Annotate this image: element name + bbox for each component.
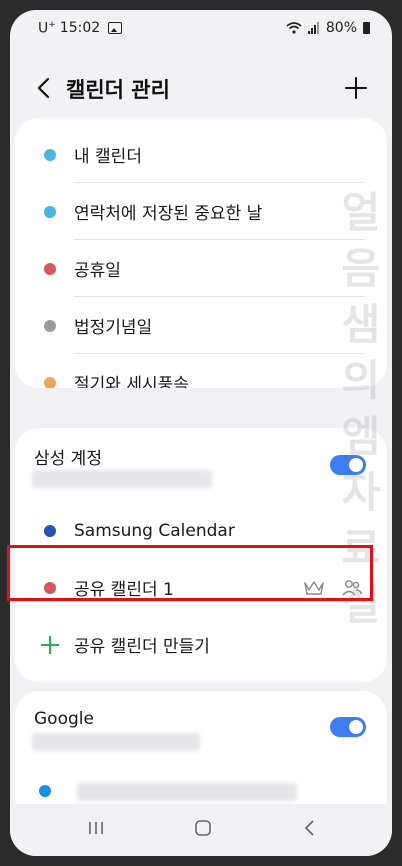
calendar-label: 절기와 세시풍속: [74, 375, 189, 388]
google-account-card: Google: [15, 691, 387, 821]
calendar-label: 공휴일: [74, 261, 121, 281]
signal-icon: [307, 22, 319, 34]
samsung-account-card: 삼성 계정 Samsung Calendar 공유 캘린더 1 공유 캘린더 만…: [15, 428, 387, 682]
home-icon[interactable]: [193, 816, 213, 840]
account-sync-toggle[interactable]: [330, 717, 366, 737]
calendar-label: 공유 캘린더 1: [74, 580, 174, 600]
color-dot: [44, 376, 56, 388]
carrier-label: U+: [38, 20, 56, 37]
calendar-row-my[interactable]: 내 캘린더: [15, 126, 387, 183]
phone-screen: U+ 15:02 80% 캘린더 관리 내 캘린더 연락처에 저장된 중요한 날…: [10, 10, 392, 856]
watermark: 얼음샘의엠자료실: [341, 188, 381, 629]
local-calendars-card: 내 캘린더 연락처에 저장된 중요한 날 공휴일 법정기념일 절기와 세시풍속: [15, 118, 387, 388]
time-label: 15:02: [59, 20, 101, 37]
calendar-row-samsung[interactable]: Samsung Calendar: [15, 502, 387, 559]
calendar-row-memorial[interactable]: 법정기념일: [15, 297, 387, 354]
add-icon: [41, 635, 59, 654]
calendar-name-redacted: [77, 783, 297, 801]
color-dot: [44, 262, 56, 275]
color-dot: [44, 581, 56, 594]
calendar-label: Samsung Calendar: [74, 520, 235, 541]
chevron-left-icon[interactable]: [32, 74, 56, 102]
calendar-label: 내 캘린더: [74, 147, 142, 167]
calendar-row-seasons[interactable]: 절기와 세시풍속: [15, 354, 387, 388]
wifi-icon: [286, 22, 302, 34]
battery-icon: [363, 22, 370, 34]
color-dot: [44, 319, 56, 332]
plus-icon[interactable]: [344, 74, 368, 102]
color-dot: [44, 148, 56, 161]
account-title: Google: [34, 709, 94, 729]
calendar-row-contacts[interactable]: 연락처에 저장된 중요한 날: [15, 183, 387, 240]
back-icon[interactable]: [300, 816, 320, 840]
color-dot: [44, 205, 56, 218]
color-dot: [39, 785, 51, 797]
recents-icon[interactable]: [86, 816, 106, 840]
battery-percent: 80%: [325, 20, 357, 36]
color-dot: [44, 524, 56, 537]
calendar-row-holidays[interactable]: 공휴일: [15, 240, 387, 297]
calendar-label: 법정기념일: [74, 318, 153, 338]
create-shared-calendar-label: 공유 캘린더 만들기: [74, 637, 210, 657]
navigation-bar: [10, 804, 392, 856]
account-email-redacted: [32, 470, 212, 488]
app-header: 캘린더 관리: [10, 68, 392, 108]
account-email-redacted: [32, 733, 200, 751]
calendar-label: 연락처에 저장된 중요한 날: [74, 204, 263, 224]
account-title: 삼성 계정: [34, 449, 102, 469]
create-shared-calendar-row[interactable]: 공유 캘린더 만들기: [15, 616, 387, 673]
page-title: 캘린더 관리: [66, 78, 170, 102]
image-notification-icon: [108, 22, 123, 35]
status-bar: U+ 15:02 80%: [10, 10, 392, 48]
crown-icon: [304, 580, 324, 595]
calendar-row-shared[interactable]: 공유 캘린더 1: [15, 559, 387, 616]
